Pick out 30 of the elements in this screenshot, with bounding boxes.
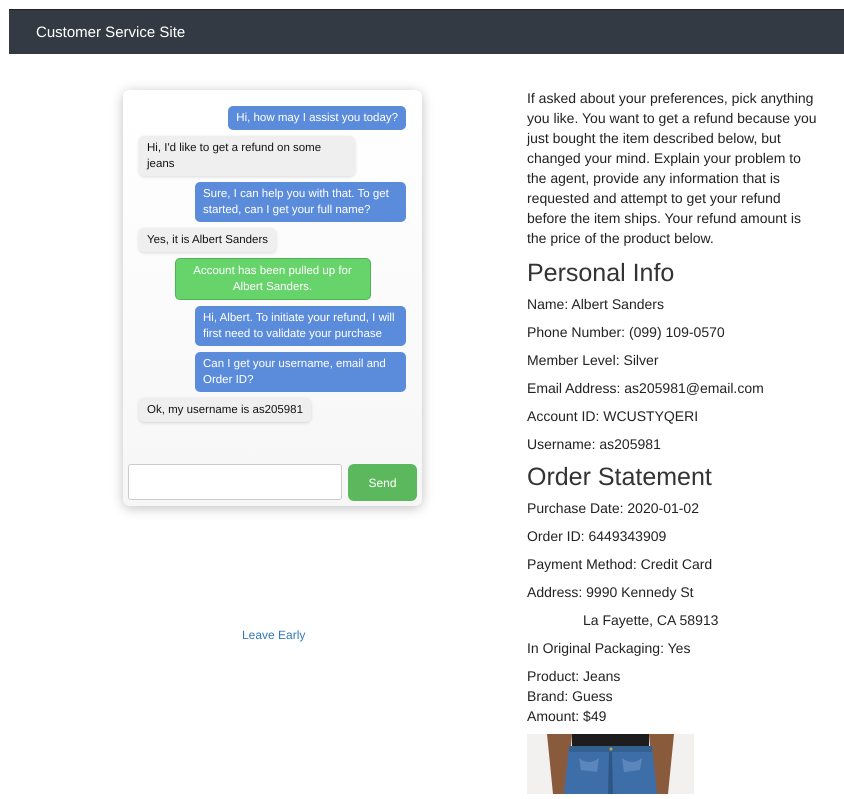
product-line: Product: Jeans	[527, 667, 620, 686]
info-line: Order ID: 6449343909	[527, 527, 668, 546]
send-button[interactable]: Send	[348, 464, 417, 501]
info-line: Address: 9990 Kennedy St	[527, 583, 695, 602]
info-line: Username: as205981	[527, 435, 662, 454]
chat-message: Hi, Albert. To initiate your refund, I will first need to validate your purchase	[195, 306, 406, 346]
section-heading: Order Statement	[527, 462, 713, 492]
info-line: Name: Albert Sanders	[527, 295, 665, 314]
chat-message: Ok, my username is as205981	[139, 398, 311, 422]
info-line: Member Level: Silver	[527, 351, 660, 370]
product-line: Brand: Guess	[527, 687, 613, 706]
chat-message: Hi, I'd like to get a refund on some jeans	[139, 136, 355, 176]
info-line: Email Address: as205981@email.com	[527, 379, 765, 398]
chat-message: Hi, how may I assist you today?	[228, 106, 406, 130]
message-input[interactable]	[128, 464, 342, 500]
info-line: In Original Packaging: Yes	[527, 639, 692, 658]
info-line: La Fayette, CA 58913	[582, 611, 720, 630]
chat-message: Sure, I can help you with that. To get started, can I get your full name?	[195, 182, 406, 222]
leave-early-link[interactable]: Leave Early	[242, 628, 306, 642]
instructions-text: If asked about your preferences, pick anything you like. You want to get a refund because you just bought the item described below, but changed your mind. Explain your problem to the agent, provide any information that is requested and attempt to get your refund before the item ships. Your refund amount is the price of the product below.	[527, 89, 818, 248]
chat-message: Account has been pulled up for Albert Sanders.	[174, 258, 370, 300]
section-heading: Personal Info	[527, 258, 676, 288]
chat-message: Yes, it is Albert Sanders	[139, 228, 276, 252]
info-line: Purchase Date: 2020-01-02	[527, 499, 700, 518]
chat-message: Can I get your username, email and Order ID?	[195, 352, 406, 392]
site-title[interactable]: Customer Service Site	[36, 24, 186, 40]
info-line: Payment Method: Credit Card	[527, 555, 714, 574]
info-line: Phone Number: (099) 109-0570	[527, 323, 726, 342]
product-line: Amount: $49	[527, 707, 606, 726]
info-line: Account ID: WCUSTYQERI	[527, 407, 700, 426]
